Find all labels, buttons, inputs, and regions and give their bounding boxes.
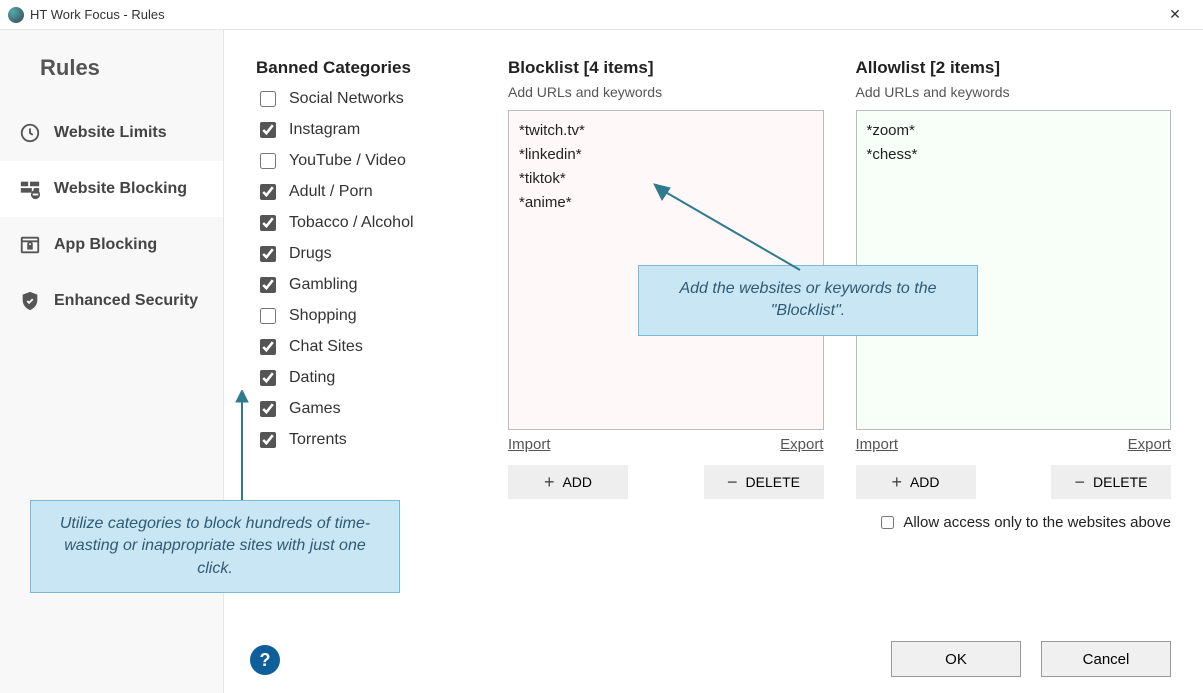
sidebar-item-label: Website Blocking [54,180,187,198]
category-item[interactable]: Drugs [256,243,476,265]
titlebar: HT Work Focus - Rules ✕ [0,0,1203,30]
list-item[interactable]: *chess* [867,143,1161,167]
callout-categories: Utilize categories to block hundreds of … [30,500,400,593]
firewall-icon [18,177,42,201]
category-label: Gambling [289,276,357,294]
category-label: Social Networks [289,90,404,108]
blocklist-subtitle: Add URLs and keywords [508,84,824,100]
sidebar-item-label: Website Limits [54,124,167,142]
category-checkbox[interactable] [260,215,276,231]
blocklist-export-link[interactable]: Export [780,436,823,453]
ok-button[interactable]: OK [891,641,1021,677]
category-item[interactable]: Shopping [256,305,476,327]
category-label: Dating [289,369,335,387]
category-item[interactable]: Games [256,398,476,420]
blocklist-add-button[interactable]: +ADD [508,465,628,499]
plus-icon: + [891,473,902,491]
list-item[interactable]: *twitch.tv* [519,119,813,143]
category-checkbox[interactable] [260,91,276,107]
window-title: HT Work Focus - Rules [30,7,165,22]
sidebar-item-label: Enhanced Security [54,292,198,310]
arrow-icon [650,180,810,275]
category-checkbox[interactable] [260,401,276,417]
allowlist-add-button[interactable]: +ADD [856,465,976,499]
clock-icon [18,121,42,145]
category-label: Chat Sites [289,338,363,356]
category-item[interactable]: Chat Sites [256,336,476,358]
category-item[interactable]: YouTube / Video [256,150,476,172]
minus-icon: − [1075,473,1086,491]
category-item[interactable]: Torrents [256,429,476,451]
category-item[interactable]: Dating [256,367,476,389]
plus-icon: + [544,473,555,491]
allowlist-import-link[interactable]: Import [856,436,899,453]
sidebar-item-website-limits[interactable]: Website Limits [0,105,223,161]
dialog-footer: OK Cancel [256,641,1171,677]
category-label: Games [289,400,341,418]
category-checkbox[interactable] [260,122,276,138]
category-item[interactable]: Social Networks [256,88,476,110]
arrow-icon [232,390,252,505]
category-item[interactable]: Adult / Porn [256,181,476,203]
blocklist-delete-button[interactable]: −DELETE [704,465,824,499]
category-label: Tobacco / Alcohol [289,214,414,232]
shield-icon [18,289,42,313]
category-label: Instagram [289,121,360,139]
close-icon[interactable]: ✕ [1155,0,1195,30]
callout-blocklist: Add the websites or keywords to the "Blo… [638,265,978,336]
category-checkbox[interactable] [260,277,276,293]
category-label: Shopping [289,307,357,325]
sidebar-heading: Rules [40,55,223,81]
allowlist-export-link[interactable]: Export [1128,436,1171,453]
category-label: YouTube / Video [289,152,406,170]
list-item[interactable]: *zoom* [867,119,1161,143]
category-checkbox[interactable] [260,370,276,386]
help-icon[interactable]: ? [250,645,280,675]
category-checkbox[interactable] [260,184,276,200]
list-item[interactable]: *linkedin* [519,143,813,167]
sidebar-item-enhanced-security[interactable]: Enhanced Security [0,273,223,329]
category-checkbox[interactable] [260,432,276,448]
allow-only-checkbox[interactable] [881,516,894,529]
allowlist-subtitle: Add URLs and keywords [856,84,1172,100]
category-item[interactable]: Gambling [256,274,476,296]
lock-window-icon [18,233,42,257]
blocklist-import-link[interactable]: Import [508,436,551,453]
category-checkbox[interactable] [260,153,276,169]
app-icon [8,7,24,23]
allowlist-delete-button[interactable]: −DELETE [1051,465,1171,499]
allowlist-title: Allowlist [2 items] [856,58,1172,78]
category-item[interactable]: Tobacco / Alcohol [256,212,476,234]
sidebar-item-app-blocking[interactable]: App Blocking [0,217,223,273]
categories-title: Banned Categories [256,58,476,78]
category-checkbox[interactable] [260,339,276,355]
minus-icon: − [727,473,738,491]
sidebar-item-label: App Blocking [54,236,157,254]
category-label: Drugs [289,245,332,263]
sidebar: Rules Website Limits Website Blocking Ap… [0,30,224,693]
category-checkbox[interactable] [260,308,276,324]
category-label: Torrents [289,431,347,449]
category-item[interactable]: Instagram [256,119,476,141]
cancel-button[interactable]: Cancel [1041,641,1171,677]
allow-only-label[interactable]: Allow access only to the websites above [903,514,1171,531]
blocklist-title: Blocklist [4 items] [508,58,824,78]
sidebar-item-website-blocking[interactable]: Website Blocking [0,161,223,217]
category-label: Adult / Porn [289,183,373,201]
category-checkbox[interactable] [260,246,276,262]
